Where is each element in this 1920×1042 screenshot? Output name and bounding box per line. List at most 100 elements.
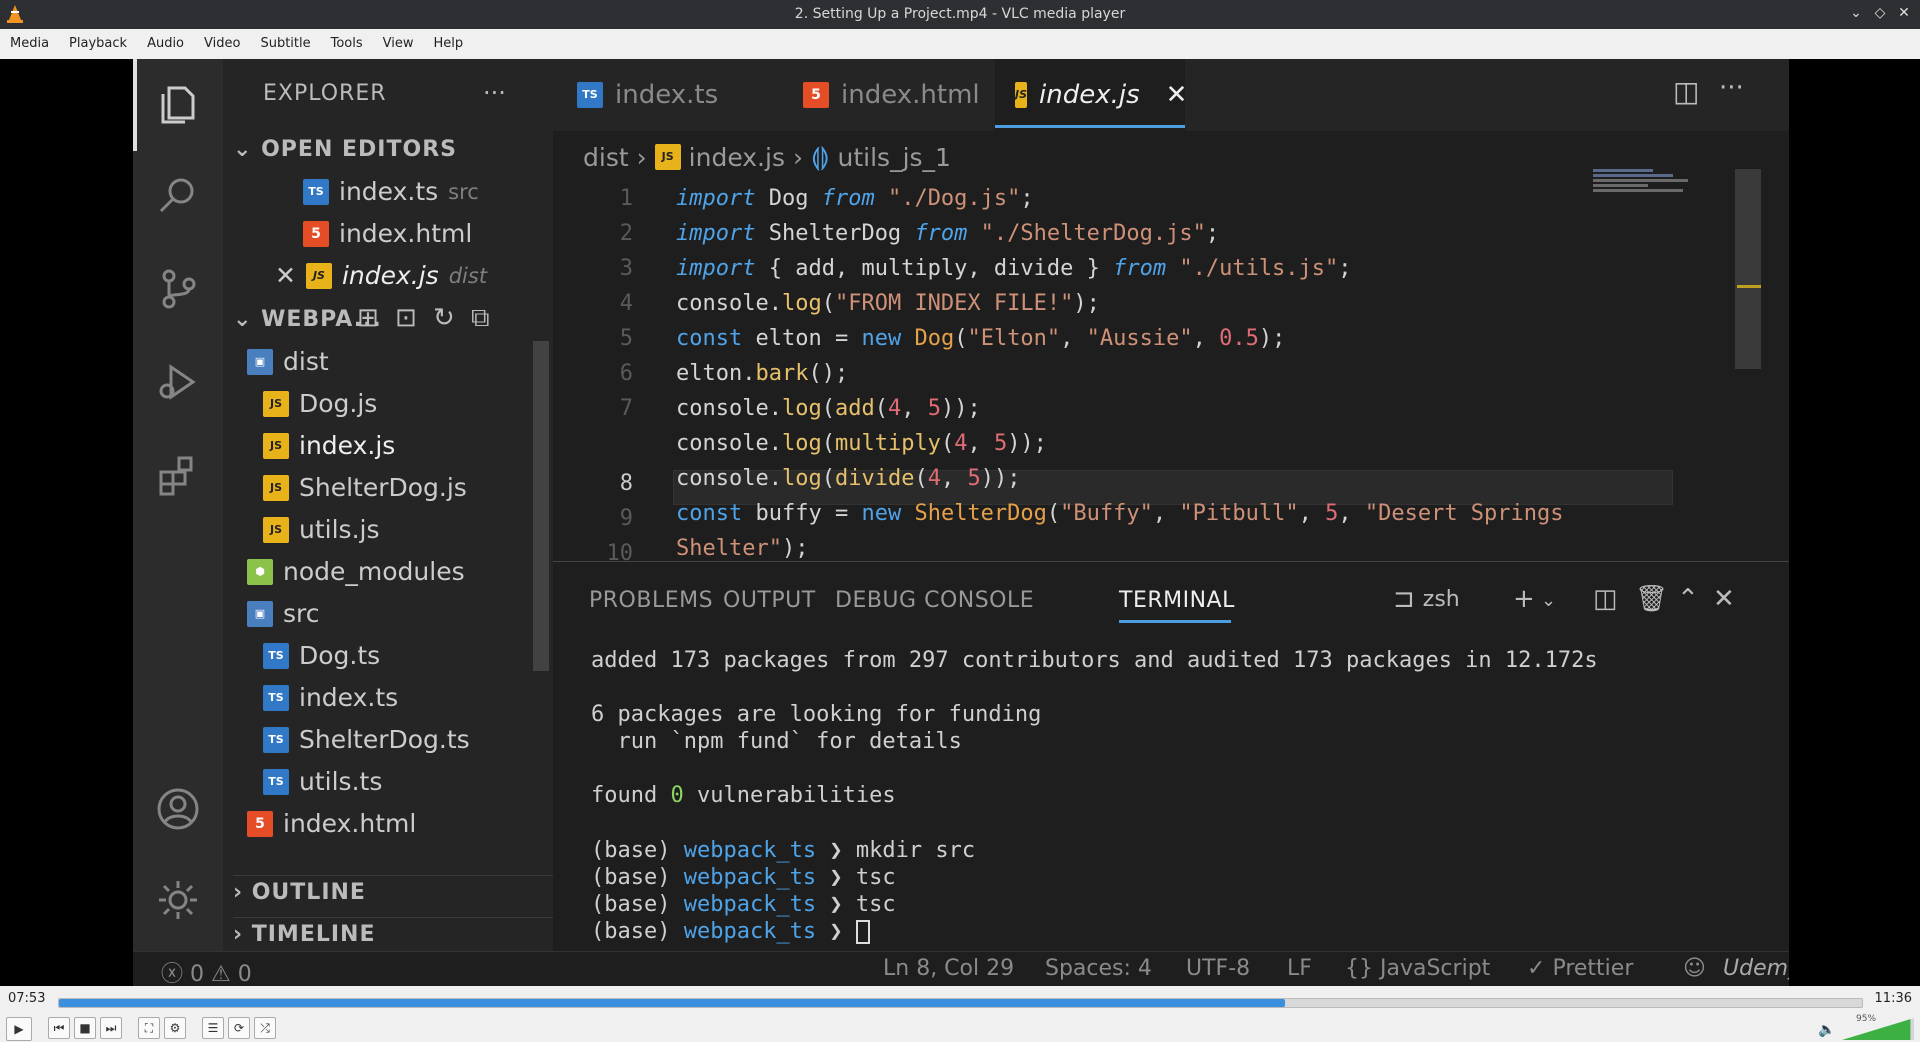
- split-terminal-icon[interactable]: ◫: [1593, 584, 1618, 614]
- extensions-icon[interactable]: [153, 450, 203, 500]
- close-tab-icon[interactable]: ✕: [1166, 80, 1188, 110]
- tree-file[interactable]: JS index.js: [263, 431, 395, 460]
- close-icon[interactable]: ✕: [1896, 4, 1912, 22]
- open-editor-item[interactable]: ✕ JS index.js dist: [275, 261, 487, 290]
- feedback-icon[interactable]: ☺: [1683, 956, 1706, 981]
- outline-header[interactable]: › OUTLINE: [233, 875, 553, 905]
- menu-media[interactable]: Media: [0, 29, 59, 59]
- menu-audio[interactable]: Audio: [137, 29, 194, 59]
- terminal-prompt: (base) webpack_ts ❯ mkdir src: [591, 838, 976, 863]
- explorer-scrollbar[interactable]: [533, 341, 549, 671]
- explorer-title: EXPLORER: [263, 81, 387, 106]
- breadcrumb-item[interactable]: utils_js_1: [838, 143, 951, 172]
- loop-icon[interactable]: ⟳: [228, 1017, 250, 1039]
- settings-gear-icon[interactable]: [153, 875, 203, 925]
- new-file-icon[interactable]: ⊞: [357, 303, 379, 333]
- more-actions-icon[interactable]: ···: [1719, 73, 1744, 103]
- tree-file[interactable]: TS Dog.ts: [263, 641, 380, 670]
- minimize-icon[interactable]: ⌄: [1848, 4, 1864, 22]
- tree-file[interactable]: 5 index.html: [247, 809, 416, 838]
- tab-problems[interactable]: PROBLEMS: [589, 588, 713, 613]
- tree-file[interactable]: JS ShelterDog.js: [263, 473, 467, 502]
- tab-debug-console[interactable]: DEBUG CONSOLE: [835, 588, 1034, 613]
- javascript-file-icon: JS: [263, 432, 289, 459]
- close-icon[interactable]: ✕: [275, 261, 296, 290]
- tree-file[interactable]: JS Dog.js: [263, 389, 377, 418]
- tree-file[interactable]: TS index.ts: [263, 683, 398, 712]
- typescript-file-icon: TS: [303, 178, 329, 205]
- problems-status[interactable]: ⓧ 0 ⚠ 0: [161, 956, 252, 986]
- code-line-9: console.log(divide(4, 5));: [676, 466, 1021, 491]
- tree-file[interactable]: TS utils.ts: [263, 767, 382, 796]
- code-line-4: console.log("FROM INDEX FILE!");: [676, 291, 1100, 316]
- minimap[interactable]: [1593, 169, 1713, 229]
- tab-terminal[interactable]: TERMINAL: [1119, 588, 1235, 613]
- tab-index-ts[interactable]: TS index.ts: [553, 59, 763, 131]
- line-number: 6: [619, 361, 633, 386]
- breadcrumb-item[interactable]: dist: [583, 143, 629, 172]
- playlist-icon[interactable]: ☰: [202, 1017, 224, 1039]
- timeline-header[interactable]: › TIMELINE: [233, 917, 553, 947]
- volume-slider[interactable]: [1842, 1018, 1914, 1040]
- line-number: 2: [619, 221, 633, 246]
- stop-icon[interactable]: ■: [74, 1017, 96, 1039]
- tab-output[interactable]: OUTPUT: [723, 588, 816, 613]
- tree-folder-src[interactable]: ▣ src: [247, 599, 320, 628]
- source-control-icon[interactable]: [153, 264, 203, 314]
- split-editor-icon[interactable]: ◫: [1673, 75, 1699, 108]
- tab-index-html[interactable]: 5 index.html: [783, 59, 993, 131]
- breadcrumb-item[interactable]: index.js: [689, 143, 785, 172]
- account-icon[interactable]: [153, 784, 203, 834]
- cursor-position[interactable]: Ln 8, Col 29: [883, 956, 1014, 981]
- new-folder-icon[interactable]: ⊡: [395, 303, 417, 333]
- tree-folder-node-modules[interactable]: ⬢ node_modules: [247, 557, 465, 586]
- tab-index-js[interactable]: JS index.js ✕: [995, 59, 1188, 131]
- javascript-file-icon: JS: [654, 144, 681, 170]
- menu-playback[interactable]: Playback: [59, 29, 137, 59]
- collapse-all-icon[interactable]: ⧉: [471, 303, 490, 334]
- run-debug-icon[interactable]: [153, 357, 203, 407]
- menu-video[interactable]: Video: [194, 29, 250, 59]
- open-editor-item[interactable]: TS index.ts src: [303, 177, 479, 206]
- javascript-file-icon: JS: [263, 390, 289, 417]
- code-line-10: const buffy = new ShelterDog("Buffy", "P…: [676, 501, 1564, 526]
- code-editor[interactable]: 1 2 3 4 5 6 7 8 9 10 import Dog from "./…: [573, 183, 1673, 566]
- terminal-shell-selector[interactable]: ⊐ zsh: [1393, 584, 1460, 614]
- shuffle-icon[interactable]: ⤮: [254, 1017, 276, 1039]
- menu-tools[interactable]: Tools: [321, 29, 373, 59]
- volume-percent: 95%: [1856, 1014, 1877, 1024]
- extended-settings-icon[interactable]: ⚙: [164, 1017, 186, 1039]
- play-icon[interactable]: ▶: [6, 1017, 32, 1041]
- new-terminal-icon[interactable]: +: [1513, 584, 1535, 614]
- trash-icon[interactable]: 🗑: [1635, 584, 1668, 614]
- terminal-input[interactable]: (base) webpack_ts ❯: [591, 919, 870, 944]
- search-icon[interactable]: [153, 171, 203, 221]
- open-editor-item[interactable]: 5 index.html: [303, 219, 472, 248]
- previous-icon[interactable]: ⏮: [48, 1017, 70, 1039]
- editor-scrollbar[interactable]: [1735, 169, 1761, 369]
- maximize-panel-icon[interactable]: ⌃: [1677, 584, 1699, 614]
- video-frame[interactable]: EXPLORER ··· ⌄ OPEN EDITORS TS index.ts sr…: [133, 59, 1789, 986]
- line-ending[interactable]: LF: [1287, 956, 1312, 981]
- menu-help[interactable]: Help: [424, 29, 474, 59]
- chevron-down-icon[interactable]: ⌄: [1541, 590, 1556, 611]
- prettier-status[interactable]: ✓ Prettier: [1527, 956, 1633, 981]
- next-icon[interactable]: ⏭: [100, 1017, 122, 1039]
- fullscreen-icon[interactable]: ⛶: [138, 1017, 160, 1039]
- more-actions-icon[interactable]: ···: [483, 79, 506, 107]
- tree-folder-dist[interactable]: ▣ dist: [247, 347, 329, 376]
- seek-bar[interactable]: [58, 998, 1863, 1008]
- refresh-icon[interactable]: ↻: [433, 303, 455, 333]
- close-panel-icon[interactable]: ✕: [1713, 584, 1735, 614]
- encoding[interactable]: UTF-8: [1186, 956, 1250, 981]
- menu-subtitle[interactable]: Subtitle: [250, 29, 320, 59]
- open-editors-header[interactable]: ⌄ OPEN EDITORS: [233, 137, 457, 162]
- menu-view[interactable]: View: [373, 29, 424, 59]
- tree-file[interactable]: JS utils.js: [263, 515, 379, 544]
- language-mode[interactable]: {} JavaScript: [1345, 956, 1490, 981]
- indentation[interactable]: Spaces: 4: [1045, 956, 1152, 981]
- tree-file[interactable]: TS ShelterDog.ts: [263, 725, 470, 754]
- speaker-icon[interactable]: 🔈: [1818, 1022, 1835, 1038]
- restore-icon[interactable]: ◇: [1872, 4, 1888, 22]
- explorer-icon[interactable]: [153, 80, 203, 130]
